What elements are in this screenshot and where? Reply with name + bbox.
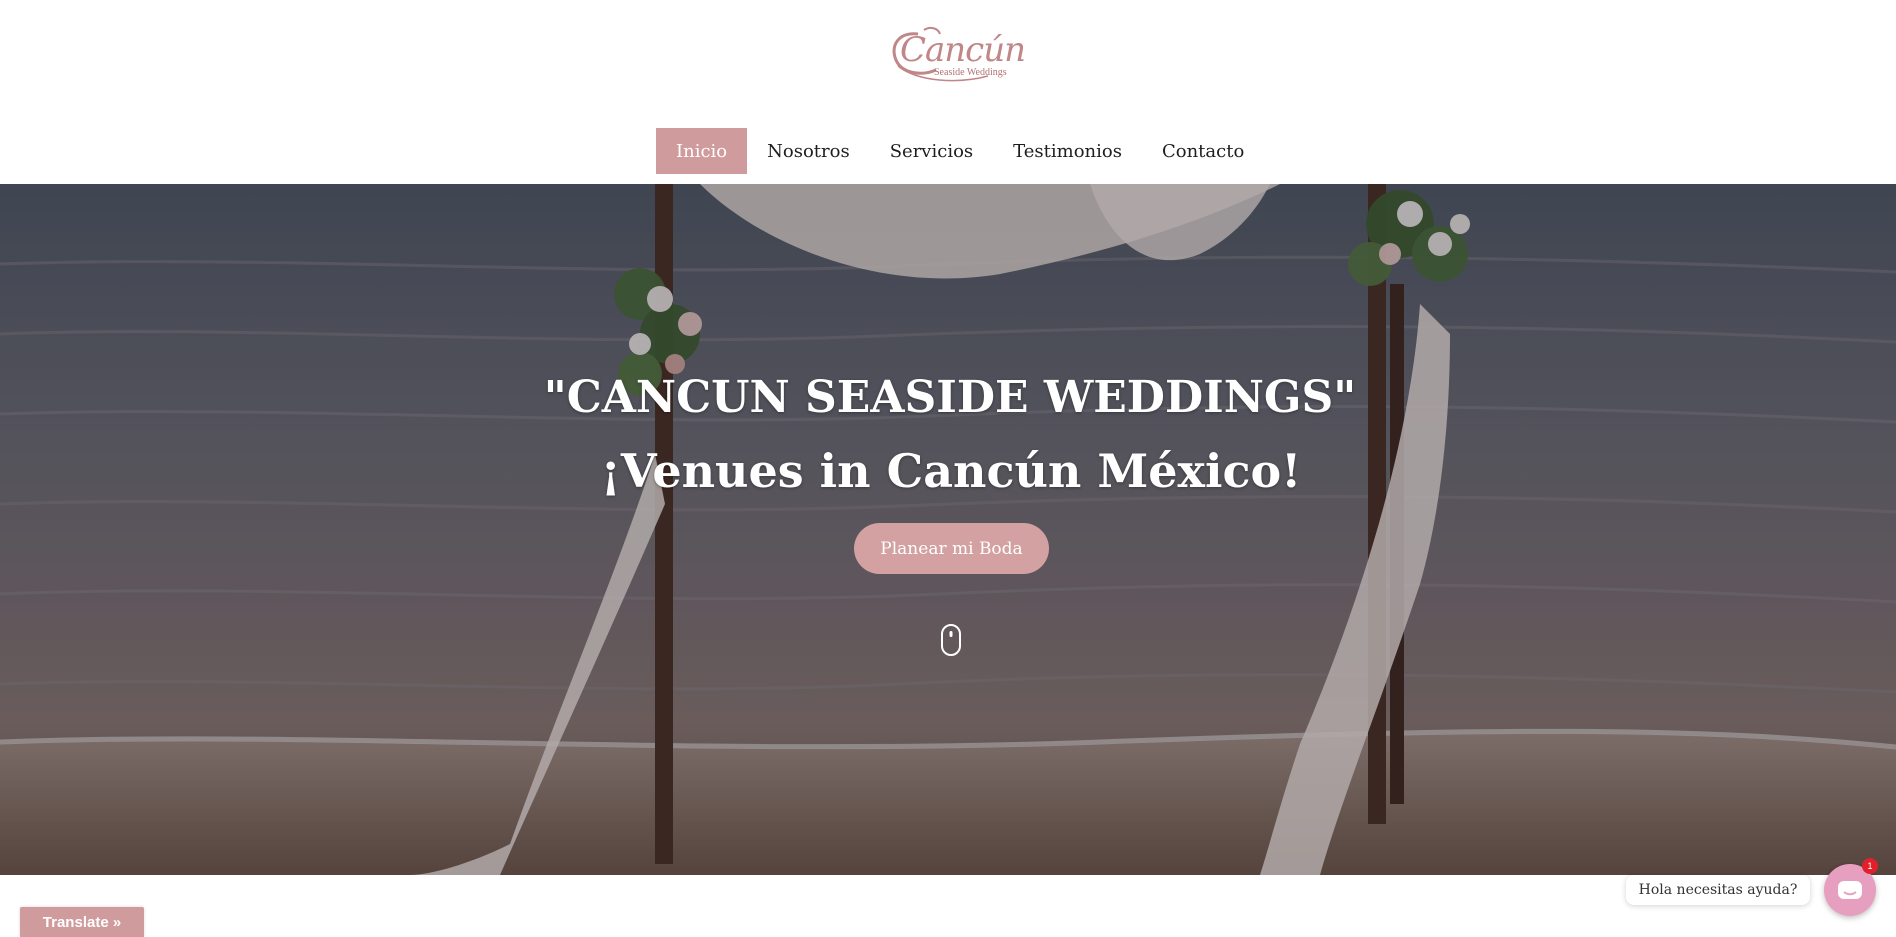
hero-subtitle: ¡Venues in Cancún México!	[600, 444, 1302, 498]
site-logo[interactable]: Cancún Seaside Weddings	[888, 26, 1026, 90]
nav-item-inicio[interactable]: Inicio	[656, 128, 748, 174]
logo-wordmark: Cancún	[900, 30, 1026, 70]
hero-section: "CANCUN SEASIDE WEDDINGS" ¡Venues in Can…	[0, 184, 1896, 875]
main-nav: Inicio Nosotros Servicios Testimonios Co…	[656, 128, 1264, 174]
site-header: Cancún Seaside Weddings Inicio Nosotros …	[0, 0, 1896, 184]
nav-item-nosotros[interactable]: Nosotros	[747, 128, 870, 174]
nav-item-testimonios[interactable]: Testimonios	[993, 128, 1142, 174]
chat-notification-badge: 1	[1862, 858, 1878, 874]
chat-icon	[1838, 881, 1862, 899]
nav-item-contacto[interactable]: Contacto	[1142, 128, 1264, 174]
logo-subtitle: Seaside Weddings	[934, 67, 1007, 78]
plan-wedding-button[interactable]: Planear mi Boda	[854, 523, 1049, 574]
chat-help-bubble[interactable]: Hola necesitas ayuda?	[1626, 875, 1810, 905]
nav-item-servicios[interactable]: Servicios	[870, 128, 993, 174]
mouse-scroll-icon[interactable]	[941, 624, 961, 656]
hero-title: "CANCUN SEASIDE WEDDINGS"	[543, 372, 1357, 423]
